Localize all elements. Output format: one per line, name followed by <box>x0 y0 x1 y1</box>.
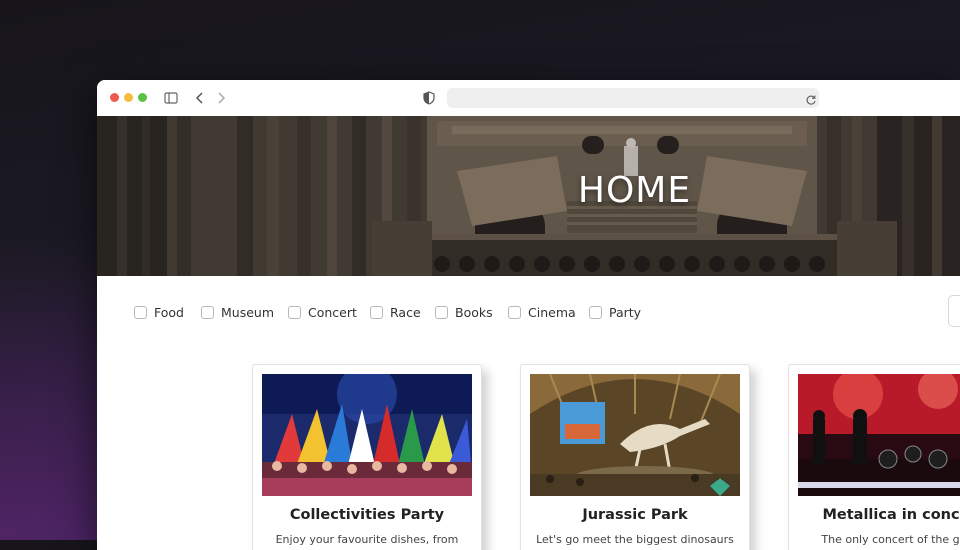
page-title: HOME <box>577 170 692 211</box>
filter-checkbox[interactable] <box>288 305 301 319</box>
browser-toolbar <box>97 80 960 117</box>
filter-label: Party <box>609 304 642 320</box>
sidebar-icon[interactable] <box>164 90 178 109</box>
address-bar[interactable] <box>447 88 819 108</box>
minimize-window-button[interactable] <box>124 93 133 102</box>
filter-checkbox[interactable] <box>134 305 147 319</box>
filter-cinema[interactable]: Cinema <box>508 302 576 322</box>
browser-window: HOME Food Museum Concert Race Books Cine… <box>97 80 960 550</box>
card-title: Metallica in concert <box>822 507 960 523</box>
filter-checkbox[interactable] <box>435 305 448 319</box>
shield-icon[interactable] <box>423 90 435 109</box>
card-title: Jurassic Park <box>582 507 688 523</box>
filter-label: Cinema <box>528 304 576 320</box>
chevron-left-icon[interactable] <box>194 90 206 109</box>
filter-food[interactable]: Food <box>134 302 184 322</box>
filter-label: Race <box>390 304 421 320</box>
filter-checkbox[interactable] <box>370 305 383 319</box>
search-button[interactable] <box>948 295 960 327</box>
filter-checkbox[interactable] <box>589 305 602 319</box>
close-window-button[interactable] <box>110 93 119 102</box>
event-card-jurassic-park[interactable]: Jurassic Park Let's go meet the biggest … <box>520 364 750 550</box>
chevron-right-icon[interactable] <box>215 90 227 109</box>
hero-banner: HOME <box>97 116 960 276</box>
card-title: Collectivities Party <box>289 507 445 523</box>
filter-checkbox[interactable] <box>201 305 214 319</box>
filter-concert[interactable]: Concert <box>288 302 357 322</box>
filter-books[interactable]: Books <box>435 302 493 322</box>
event-card-collectivities-party[interactable]: Collectivities Party Enjoy your favourit… <box>252 364 482 550</box>
filter-checkbox[interactable] <box>508 305 521 319</box>
zoom-window-button[interactable] <box>138 93 147 102</box>
filter-label: Museum <box>221 304 275 320</box>
filter-race[interactable]: Race <box>370 302 421 322</box>
filter-museum[interactable]: Museum <box>201 302 274 322</box>
card-image <box>530 374 740 496</box>
filter-label: Books <box>455 304 493 320</box>
filter-label: Concert <box>308 304 357 320</box>
event-card-metallica-concert[interactable]: Metallica in concert The only concert of… <box>788 364 960 550</box>
card-image <box>798 374 960 496</box>
filter-party[interactable]: Party <box>589 302 641 322</box>
filter-label: Food <box>154 304 184 320</box>
reload-icon[interactable] <box>805 91 817 110</box>
card-image <box>262 374 472 496</box>
